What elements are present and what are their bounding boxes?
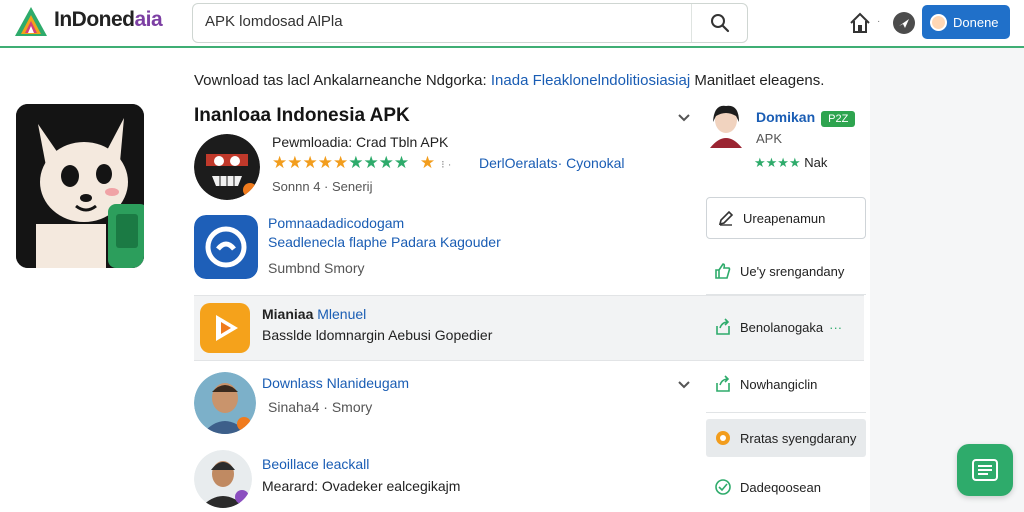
side-link-label: Nowhangiclin — [740, 376, 818, 392]
row-subtitle: Seadlenecla flaphe Padara Kagouder — [268, 234, 501, 250]
search-input[interactable] — [205, 13, 675, 30]
tagline-link[interactable]: Inada Fleaklonelndolitiosiasiaj — [491, 72, 690, 89]
right-gutter — [870, 48, 1024, 512]
row-title: Pomnaadadicodogam — [268, 215, 405, 231]
app-avatar — [194, 134, 260, 200]
side-link-share[interactable]: Benolanogaka ··· — [706, 312, 866, 342]
side-rating-text: Nak — [804, 155, 828, 170]
user-badge: P2Z — [821, 111, 856, 127]
page: InDonedaia · — [0, 0, 1024, 512]
row-subtitle: Mearard: Ovadeker ealcegikajm — [262, 478, 461, 494]
user-avatar — [194, 372, 256, 434]
more-dots[interactable]: ··· — [829, 320, 842, 335]
side-link-label: Ue'y srengandany — [740, 263, 845, 279]
chevron-down-icon[interactable] — [677, 113, 691, 123]
side-link-done[interactable]: Dadeqoosean — [706, 472, 866, 502]
row-title-dark: Mianiaa — [262, 306, 314, 322]
side-user-rating: ★★★★ Nak — [754, 155, 828, 170]
row-title: Downlass Nlanideugam — [262, 375, 410, 391]
floating-action-button[interactable] — [957, 444, 1013, 496]
donate-label: Donene — [953, 14, 999, 30]
header-bar: InDonedaia · — [0, 0, 1024, 48]
row-title: Pewmloadia: Crad Tbln APK — [272, 134, 449, 150]
side-link-download[interactable]: Nowhangiclin — [706, 369, 866, 399]
brand-part-2: aia — [134, 8, 163, 31]
tagline-suffix: Manitlaet eleagens. — [694, 72, 825, 89]
header-separator: · — [877, 16, 881, 27]
row-meta: Sumbnd Smory — [268, 260, 365, 276]
edit-button-label: Ureapenamun — [743, 210, 826, 226]
row-title: Mianiaa Mlenuel — [262, 306, 366, 322]
side-link-label: Rratas syengdarany — [740, 430, 857, 446]
brand-part-1: InDoned — [54, 8, 135, 31]
chevron-down-icon[interactable] — [677, 380, 691, 390]
tagline: Vownload tas lacl Ankalarneanche Ndgorka… — [194, 72, 824, 89]
header-main: InDonedaia — [0, 0, 820, 46]
user-avatar — [194, 450, 252, 508]
hero-mascot-image — [16, 104, 144, 268]
row-meta: Sonnn 4 · Senerij — [272, 179, 373, 194]
side-link-like[interactable]: Ue'y srengandany — [706, 256, 866, 286]
side-user-card[interactable]: Domikan P2Z APK — [706, 104, 866, 154]
side-divider — [706, 412, 866, 413]
side-divider — [706, 294, 866, 295]
side-link-label: Benolanogaka — [740, 319, 824, 335]
app-icon — [194, 215, 258, 279]
check-circle-icon — [715, 479, 731, 495]
user-name[interactable]: Domikan — [756, 109, 815, 125]
search-icon — [710, 14, 729, 33]
donate-avatar — [930, 13, 947, 31]
side-link-rate[interactable]: Rratas syengdarany — [706, 419, 866, 457]
rating-stars: ★★★★★★★★★ ★ ⁝ · — [272, 153, 452, 172]
side-user-name: Domikan P2Z — [756, 109, 856, 127]
share-icon — [716, 375, 730, 392]
side-link-label: Dadeqoosean — [740, 479, 821, 495]
side-user-sub: APK — [756, 131, 783, 146]
search-button[interactable] — [691, 4, 747, 42]
share-icon — [716, 318, 730, 335]
edit-icon — [718, 210, 734, 226]
rating-text[interactable]: DerlOeralats· Cyonokal — [479, 155, 625, 171]
logo-icon[interactable] — [14, 6, 48, 38]
row-title-link[interactable]: Mlenuel — [317, 306, 366, 322]
chat-icon — [716, 431, 730, 445]
list-icon — [972, 459, 998, 481]
page-title: Inanloaa Indonesia APK — [194, 105, 410, 126]
row-subtitle: Basslde ldomnargin Aebusi Gopedier — [262, 327, 493, 343]
play-icon — [200, 303, 250, 353]
search-box — [192, 3, 748, 43]
donate-button[interactable]: Donene — [922, 5, 1010, 39]
edit-button[interactable]: Ureapenamun — [706, 197, 866, 239]
navigation-icon[interactable] — [893, 12, 915, 34]
header-actions: · Donene — [820, 0, 1024, 46]
brand-name[interactable]: InDonedaia — [54, 8, 163, 32]
tagline-prefix: Vownload tas lacl Ankalarneanche Ndgorka… — [194, 72, 487, 89]
row-title: Beoillace leackall — [262, 456, 370, 472]
thumb-up-icon — [715, 263, 731, 279]
row-meta: Sinaha4 · Smory — [268, 399, 373, 415]
user-avatar — [710, 105, 742, 148]
home-icon[interactable] — [848, 11, 872, 35]
